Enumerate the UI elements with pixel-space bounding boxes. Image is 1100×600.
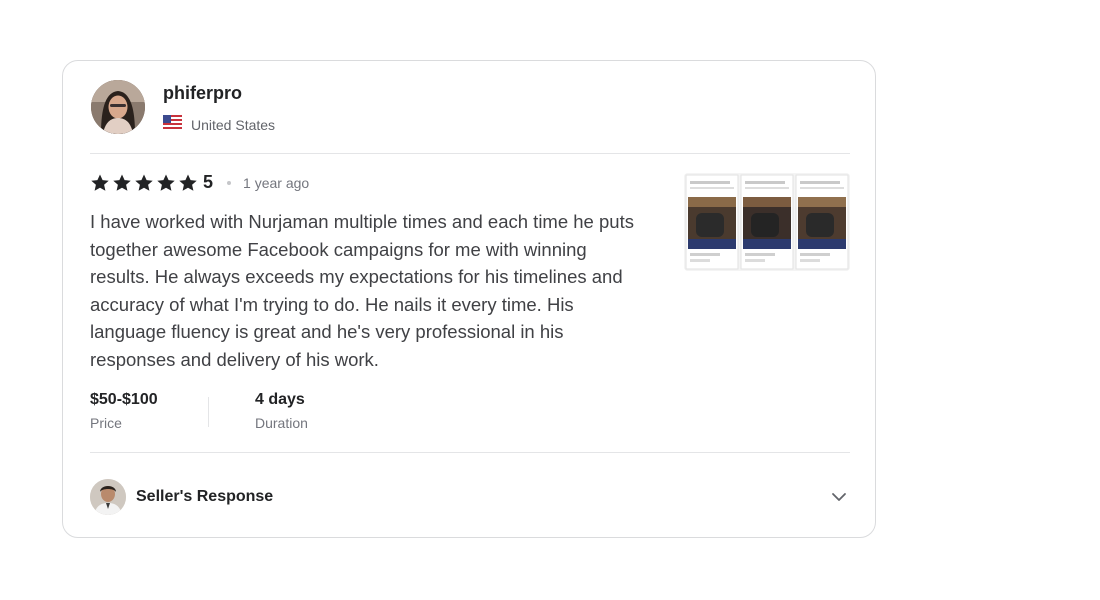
star-icon (179, 174, 197, 191)
rating-value: 5 (203, 172, 214, 192)
star-rating (90, 173, 198, 193)
price-label: Price (90, 415, 122, 431)
seller-response-toggle[interactable]: Seller's Response (90, 478, 850, 516)
reviewer-username[interactable]: phiferpro (163, 83, 242, 104)
star-icon (113, 174, 131, 191)
star-icon (157, 174, 175, 191)
star-icon (135, 174, 153, 191)
chevron-down-icon[interactable] (830, 488, 848, 511)
review-time: 1 year ago (243, 174, 310, 191)
seller-avatar (90, 479, 126, 515)
reviewer-country: United States (163, 115, 275, 134)
meta-divider (208, 397, 209, 427)
review-text: I have worked with Nurjaman multiple tim… (90, 211, 634, 370)
seller-response-label: Seller's Response (136, 488, 274, 505)
star-icon (91, 174, 109, 191)
duration-label: Duration (255, 415, 308, 431)
duration-value: 4 days (255, 391, 305, 408)
header-divider (90, 153, 850, 154)
review-attachment-thumbnail[interactable] (684, 173, 850, 271)
reviewer-avatar[interactable] (91, 80, 145, 134)
us-flag-icon (163, 115, 182, 134)
review-card: phiferpro United States 5 1 year ago I h… (62, 60, 876, 538)
country-name: United States (191, 116, 276, 133)
rating-row: 5 1 year ago (90, 172, 309, 193)
separator-dot (227, 180, 232, 185)
footer-divider (90, 452, 850, 453)
price-value: $50-$100 (90, 391, 158, 408)
